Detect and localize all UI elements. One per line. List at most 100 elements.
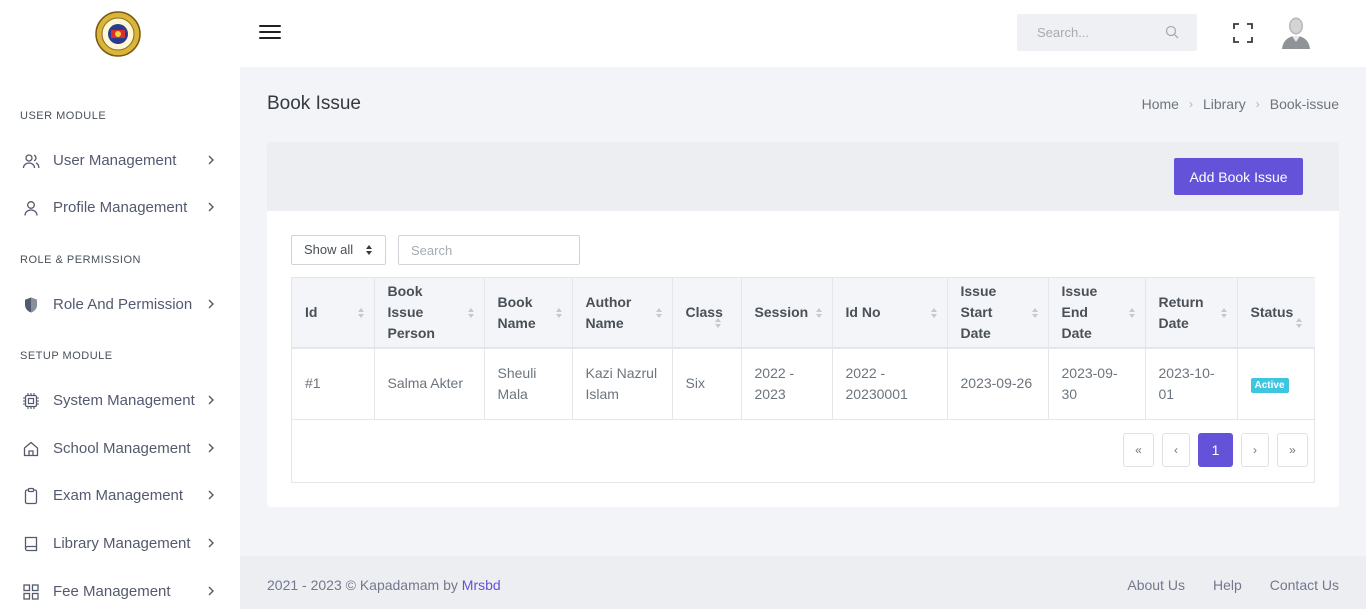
cell-end-date: 2023-09-30 <box>1048 348 1146 420</box>
chevron-right-icon <box>208 538 214 548</box>
column-header-status[interactable]: Status <box>1237 278 1315 349</box>
sidebar-item-fee-management[interactable]: Fee Management <box>0 571 240 609</box>
sidebar-item-role-permission[interactable]: Role And Permission <box>0 284 240 324</box>
school-logo[interactable] <box>95 11 141 57</box>
column-header-start-date[interactable]: Issue Start Date <box>947 278 1049 349</box>
chevron-right-icon <box>208 155 214 165</box>
column-header-return-date[interactable]: Return Date <box>1145 278 1238 349</box>
sidebar-item-label: User Management <box>53 152 177 169</box>
table-search-input[interactable] <box>398 235 580 265</box>
sort-icon <box>467 308 474 318</box>
header-search-input[interactable] <box>1017 14 1157 51</box>
cell-book-name: Sheuli Mala <box>484 348 573 420</box>
pagination-page-current[interactable]: 1 <box>1198 433 1233 467</box>
pagination-first[interactable]: « <box>1123 433 1154 467</box>
search-icon[interactable] <box>1165 25 1179 39</box>
breadcrumb-separator-icon: › <box>1255 97 1260 111</box>
footer-link-help[interactable]: Help <box>1213 577 1242 593</box>
sidebar-item-label: System Management <box>53 392 195 409</box>
breadcrumb: Home › Library › Book-issue <box>1142 96 1339 112</box>
cell-start-date: 2023-09-26 <box>947 348 1049 420</box>
footer-copyright: 2021 - 2023 © Kapadamam by Mrsbd <box>267 577 501 593</box>
sort-icon <box>1128 308 1135 318</box>
breadcrumb-separator-icon: › <box>1188 97 1193 111</box>
column-header-book-name[interactable]: Book Name <box>484 278 573 349</box>
sort-icon <box>1296 318 1302 328</box>
footer-link-about[interactable]: About Us <box>1127 577 1185 593</box>
sidebar-item-label: Profile Management <box>53 199 188 216</box>
user-avatar[interactable] <box>1280 14 1312 50</box>
footer-brand-link[interactable]: Mrsbd <box>462 577 501 593</box>
sort-icon <box>714 318 721 328</box>
card-header: Add Book Issue <box>267 142 1339 211</box>
sort-icon <box>357 308 364 318</box>
column-header-author[interactable]: Author Name <box>572 278 673 349</box>
pagination: « ‹ 1 › » <box>1123 433 1314 467</box>
cell-session: 2022 - 2023 <box>741 348 833 420</box>
menu-toggle-icon[interactable] <box>257 21 283 43</box>
footer-link-contact[interactable]: Contact Us <box>1270 577 1339 593</box>
sidebar-section-title: ROLE & PERMISSION <box>20 254 141 266</box>
select-arrows-icon <box>366 245 372 255</box>
chevron-right-icon <box>208 490 214 500</box>
sidebar: USER MODULE User Management Profile Mana… <box>0 67 240 609</box>
cell-author: Kazi Nazrul Islam <box>572 348 673 420</box>
home-icon <box>23 441 39 457</box>
sidebar-section-title: USER MODULE <box>20 110 107 122</box>
chip-icon <box>23 393 39 409</box>
add-book-issue-button[interactable]: Add Book Issue <box>1174 158 1303 195</box>
pagination-next[interactable]: › <box>1241 433 1269 467</box>
book-icon <box>24 536 38 552</box>
sidebar-item-library-management[interactable]: Library Management <box>0 523 240 563</box>
sidebar-item-exam-management[interactable]: Exam Management <box>0 475 240 515</box>
cell-id-no: 2022 - 20230001 <box>832 348 948 420</box>
show-entries-select[interactable]: Show all <box>291 235 386 265</box>
sidebar-item-user-management[interactable]: User Management <box>0 140 240 180</box>
footer-links: About Us Help Contact Us <box>1127 577 1339 593</box>
pagination-last[interactable]: » <box>1277 433 1308 467</box>
logo-area <box>0 0 240 67</box>
table-header-row: Id Book Issue Person Book Name Author Na… <box>292 278 1315 349</box>
fullscreen-icon[interactable] <box>1232 22 1254 44</box>
column-header-person[interactable]: Book Issue Person <box>374 278 485 349</box>
sidebar-item-label: School Management <box>53 440 191 457</box>
grid-icon <box>23 584 39 600</box>
sort-icon <box>930 308 937 318</box>
cell-status: Active <box>1237 348 1315 420</box>
cell-return-date: 2023-10-01 <box>1145 348 1238 420</box>
sort-icon <box>1220 308 1227 318</box>
clipboard-icon <box>24 487 38 505</box>
sidebar-item-label: Role And Permission <box>53 296 193 313</box>
sidebar-item-label: Exam Management <box>53 487 184 504</box>
shield-icon <box>25 297 37 313</box>
chevron-right-icon <box>208 395 214 405</box>
footer: 2021 - 2023 © Kapadamam by Mrsbd About U… <box>240 556 1366 609</box>
column-header-id-no[interactable]: Id No <box>832 278 948 349</box>
column-header-class[interactable]: Class <box>672 278 742 349</box>
column-header-end-date[interactable]: Issue End Date <box>1048 278 1146 349</box>
breadcrumb-current: Book-issue <box>1269 96 1339 112</box>
page-title: Book Issue <box>267 93 361 114</box>
show-entries-value: Show all <box>304 242 354 257</box>
breadcrumb-home[interactable]: Home <box>1142 96 1179 112</box>
status-badge: Active <box>1250 378 1289 394</box>
sidebar-item-profile-management[interactable]: Profile Management <box>0 187 240 227</box>
sort-icon <box>1031 308 1038 318</box>
header-search <box>1017 14 1197 51</box>
sidebar-section-title: SETUP MODULE <box>20 350 113 362</box>
user-icon <box>24 201 38 216</box>
chevron-right-icon <box>208 299 214 309</box>
cell-person: Salma Akter <box>374 348 485 420</box>
column-header-id[interactable]: Id <box>292 278 375 349</box>
book-issue-card: Add Book Issue Show all Id Book Issue Pe… <box>267 142 1339 507</box>
breadcrumb-library[interactable]: Library <box>1203 96 1246 112</box>
sort-icon <box>555 308 562 318</box>
book-issue-table: Id Book Issue Person Book Name Author Na… <box>291 277 1315 483</box>
sidebar-item-school-management[interactable]: School Management <box>0 428 240 468</box>
chevron-right-icon <box>208 443 214 453</box>
pagination-prev[interactable]: ‹ <box>1162 433 1190 467</box>
sidebar-item-system-management[interactable]: System Management <box>0 380 240 420</box>
sidebar-item-label: Fee Management <box>53 583 171 600</box>
top-header <box>0 0 1366 67</box>
column-header-session[interactable]: Session <box>741 278 833 349</box>
